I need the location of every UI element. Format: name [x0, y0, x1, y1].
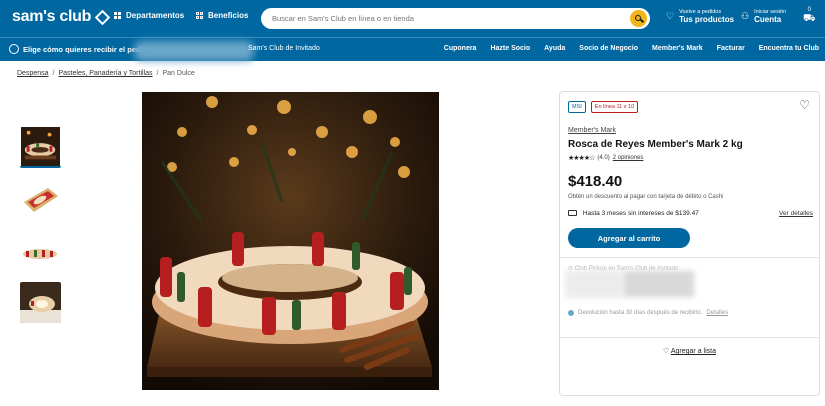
breadcrumb-item-despensa[interactable]: Despensa: [17, 70, 49, 77]
logo-text: sam's club: [12, 8, 92, 25]
add-to-list-label: Agregar a lista: [670, 348, 716, 355]
reorder-link[interactable]: ♡ Vuelve a pedidos Tus productos: [666, 9, 734, 24]
returns-icon: [568, 310, 574, 316]
account-link[interactable]: ⚇ Iniciar sesión Cuenta: [741, 9, 786, 24]
departments-label: Departamentos: [126, 11, 185, 20]
discount-info: Obtén un descuento al pagar con tarjeta …: [568, 194, 724, 200]
returns-info: Devolución hasta 30 días después de reci…: [568, 310, 728, 316]
thumbnail-2[interactable]: [20, 180, 61, 221]
user-icon: ⚇: [741, 11, 750, 21]
account-big: Cuenta: [754, 15, 782, 24]
product-price: $418.40: [568, 173, 623, 190]
search-bar: [261, 8, 650, 29]
returns-details-link[interactable]: Detalles: [706, 310, 728, 316]
thumbnail-1-image: [21, 127, 60, 166]
online-promo-badge: En línea 11 x 10: [590, 101, 639, 113]
heart-icon: ♡: [663, 348, 670, 355]
divider: [560, 257, 819, 258]
blurred-region: [625, 272, 693, 296]
top-header: sam's club Departamentos Beneficios ♡ Vu…: [0, 0, 825, 37]
rating-stars-icon: ★★★★☆: [568, 155, 595, 162]
thumbnail-3[interactable]: [20, 233, 61, 274]
departments-button[interactable]: Departamentos: [114, 11, 184, 20]
returns-text: Devolución hasta 30 días después de reci…: [578, 310, 703, 316]
blurred-region: [134, 41, 254, 61]
breadcrumb-separator: /: [52, 70, 55, 77]
nav-link-cuponera[interactable]: Cuponera: [444, 45, 477, 52]
sams-club-logo[interactable]: sam's club: [12, 8, 111, 26]
installments-row: Hasta 3 meses sin intereses de $139.47 V…: [568, 210, 813, 217]
sub-navigation: Elige cómo quieres recibir el pedido Sam…: [0, 37, 825, 61]
breadcrumb-item-pasteles[interactable]: Pasteles, Panadería y Tortillas: [58, 70, 152, 77]
cart-button[interactable]: 0 ⛟: [803, 7, 816, 26]
heart-icon: ♡: [666, 11, 675, 21]
installments-details-link[interactable]: Ver detalles: [779, 210, 813, 217]
nav-link-ayuda[interactable]: Ayuda: [544, 45, 565, 52]
nav-link-socio-negocio[interactable]: Socio de Negocio: [579, 45, 638, 52]
product-tags: MSI En línea 11 x 10: [568, 101, 639, 113]
reorder-big: Tus productos: [679, 15, 735, 24]
nav-link-hazte-socio[interactable]: Hazte Socio: [490, 45, 530, 52]
brand-link[interactable]: Member's Mark: [568, 127, 616, 134]
rosca-photo: [142, 92, 439, 390]
favorite-heart-icon[interactable]: ♡: [799, 98, 810, 112]
search-icon: [634, 14, 641, 21]
credit-card-icon: [568, 210, 577, 217]
breadcrumb: Despensa / Pasteles, Panadería y Tortill…: [17, 70, 195, 77]
product-title: Rosca de Reyes Member's Mark 2 kg: [568, 139, 743, 150]
nav-link-encuentra-club[interactable]: Encuentra tu Club: [759, 45, 819, 52]
reviews-link[interactable]: 2 opiniones: [613, 155, 644, 161]
breadcrumb-separator: /: [156, 70, 159, 77]
benefits-grid-icon: [196, 12, 203, 19]
grid-icon: [114, 12, 121, 19]
delivery-selector[interactable]: Elige cómo quieres recibir el pedido: [9, 44, 152, 54]
sub-nav-links: Cuponera Hazte Socio Ayuda Socio de Nego…: [444, 45, 819, 52]
benefits-button[interactable]: Beneficios: [196, 11, 248, 20]
location-icon: [9, 44, 19, 54]
msi-badge: MSI: [568, 101, 586, 113]
thumbnail-4-image: [20, 282, 61, 323]
product-main-image[interactable]: [142, 92, 439, 390]
add-to-list-button[interactable]: ♡ Agregar a lista: [560, 347, 819, 355]
club-name[interactable]: Sam's Club de Invitado: [248, 45, 320, 52]
installments-text: Hasta 3 meses sin intereses de $139.47: [582, 210, 699, 217]
cart-icon: ⛟: [803, 13, 816, 24]
nav-link-facturar[interactable]: Facturar: [717, 45, 745, 52]
product-purchase-card: MSI En línea 11 x 10 ♡ Member's Mark Ros…: [559, 91, 820, 396]
logo-diamond-icon: [94, 9, 111, 25]
search-input[interactable]: [261, 8, 601, 29]
product-rating: ★★★★☆ (4.0) 2 opiniones: [568, 154, 643, 162]
thumbnail-1[interactable]: [20, 127, 61, 168]
divider: [560, 337, 819, 338]
thumbnail-2-image: [20, 180, 61, 221]
breadcrumb-item-pan-dulce: Pan Dulce: [162, 70, 195, 77]
thumbnail-3-image: [20, 233, 61, 274]
search-button[interactable]: [630, 10, 647, 27]
delivery-text: Elige cómo quieres recibir el pedido: [23, 44, 152, 54]
rating-value: (4.0): [597, 155, 610, 161]
thumbnail-4[interactable]: [20, 282, 61, 323]
nav-link-members-mark[interactable]: Member's Mark: [652, 45, 703, 52]
benefits-label: Beneficios: [208, 11, 249, 20]
add-to-cart-button[interactable]: Agregar al carrito: [568, 228, 690, 248]
